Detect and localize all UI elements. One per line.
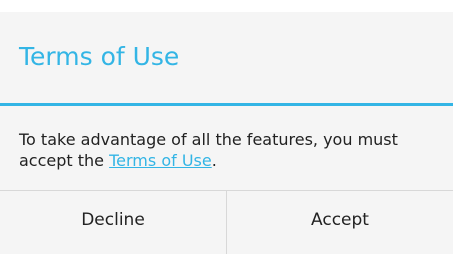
dialog-title: Terms of Use xyxy=(19,42,180,71)
dialog-message: To take advantage of all the features, y… xyxy=(19,129,439,171)
dialog-top-strip xyxy=(0,0,453,12)
dialog-button-bar: Decline Accept xyxy=(0,190,453,254)
terms-of-use-link[interactable]: Terms of Use xyxy=(109,151,212,170)
terms-dialog: Terms of Use To take advantage of all th… xyxy=(0,0,453,254)
accept-button[interactable]: Accept xyxy=(227,191,453,254)
message-period: . xyxy=(211,151,217,170)
decline-button[interactable]: Decline xyxy=(0,191,226,254)
title-divider xyxy=(0,103,453,106)
